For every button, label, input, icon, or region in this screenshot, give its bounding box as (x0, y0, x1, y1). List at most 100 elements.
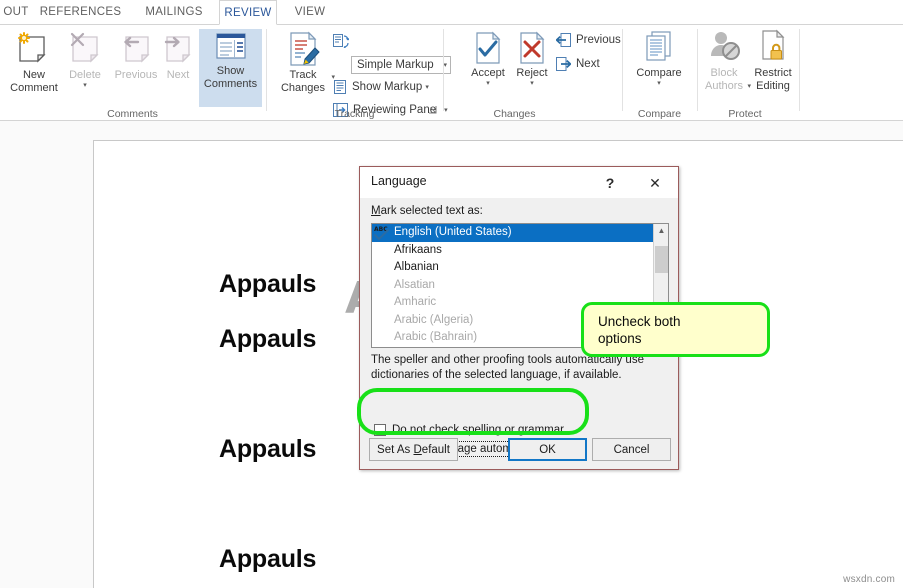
tab-review[interactable]: REVIEW (219, 0, 277, 25)
next-comment-label: Next (166, 69, 190, 81)
accept-label: Accept (471, 67, 505, 79)
next-comment-icon (158, 29, 198, 69)
document-text-line: Appauls (219, 435, 317, 463)
restrict-editing-label-line2: Editing (756, 79, 790, 92)
show-comments-button[interactable]: Show Comments (199, 29, 262, 107)
tab-view-label: VIEW (294, 6, 326, 18)
next-comment-button[interactable]: Next (157, 29, 199, 82)
accept-button[interactable]: Accept ▾ (466, 29, 510, 87)
callout-text: Uncheck both options (598, 313, 681, 347)
list-item-label: Albanian (394, 261, 439, 273)
show-comments-label-line2: Comments (203, 77, 258, 90)
show-markup-icon (333, 80, 347, 94)
scroll-up-arrow-icon[interactable]: ▲ (654, 224, 668, 239)
document-text-line: Appauls (219, 270, 317, 298)
btn0-pre: Set As (377, 443, 414, 456)
new-comment-button[interactable]: New Comment (6, 29, 62, 94)
close-icon[interactable]: ✕ (645, 173, 665, 193)
show-markup-chevron-down-icon[interactable]: ▾ (425, 84, 429, 91)
list-item-label: English (United States) (394, 226, 512, 238)
delete-comment-chevron-down-icon[interactable]: ▾ (63, 82, 107, 89)
accept-chevron-down-icon[interactable]: ▾ (466, 80, 510, 87)
reject-icon (513, 29, 551, 67)
group-label-changes: Changes (493, 108, 536, 120)
show-comments-label-line1: Show (216, 65, 245, 77)
markup-mode-dropdown[interactable]: Simple Markup ▾ (351, 56, 451, 74)
show-markup-button[interactable]: Show Markup ▾ (333, 80, 429, 94)
dialog-title-bar[interactable]: Language ? ✕ (360, 167, 678, 198)
tab-mailings[interactable]: MAILINGS (134, 0, 214, 24)
do-not-check-spelling-checkbox-row[interactable]: Do not check spelling or grammar (374, 424, 564, 436)
site-watermark: wsxdn.com (843, 574, 895, 585)
do-not-check-spelling-checkbox[interactable] (374, 424, 386, 436)
next-change-label: Next (576, 58, 600, 70)
restrict-editing-label-line1: Restrict (754, 67, 792, 79)
scrollbar-thumb[interactable] (655, 246, 668, 273)
list-item-label: Alsatian (394, 278, 435, 291)
previous-comment-button[interactable]: Previous (108, 29, 164, 82)
document-text-line: Appauls (219, 545, 317, 573)
track-changes-label-line1: Track (289, 69, 317, 81)
do-not-check-spelling-label: Do not check spelling or grammar (392, 424, 564, 436)
delete-comment-icon (65, 29, 105, 69)
compare-icon (639, 29, 679, 67)
block-authors-icon (704, 29, 744, 67)
track-changes-icon (283, 29, 323, 69)
markup-mode-chevron-down-icon[interactable]: ▾ (443, 62, 447, 69)
tab-mailings-label: MAILINGS (145, 6, 203, 18)
previous-change-icon (555, 33, 571, 47)
show-comments-icon (213, 31, 249, 65)
markup-mode-icon-row (333, 33, 350, 50)
list-item-label: Arabic (Bahrain) (394, 331, 478, 343)
new-comment-label-line1: New (22, 69, 45, 81)
track-changes-label-line2: Changes (280, 81, 326, 94)
tab-references[interactable]: REFERENCES (28, 0, 133, 24)
compare-button[interactable]: Compare ▾ (633, 29, 685, 87)
delete-comment-button[interactable]: Delete ▾ (63, 29, 107, 89)
callout-line1: Uncheck both (598, 314, 681, 329)
block-authors-label-line2: Authors (705, 79, 743, 92)
mark-label-accel: M (371, 205, 381, 217)
show-markup-label: Show Markup (352, 81, 423, 93)
ok-button[interactable]: OK (508, 438, 587, 461)
previous-change-label: Previous (576, 34, 621, 46)
previous-comment-icon (116, 29, 156, 69)
group-divider-changes (622, 29, 623, 111)
tab-layout-label: OUT (3, 6, 29, 18)
group-label-tracking: Tracking (334, 108, 375, 120)
tab-view[interactable]: VIEW (284, 0, 336, 24)
restrict-editing-icon (753, 29, 793, 67)
list-item-albanian[interactable]: Albanian (372, 259, 668, 277)
reject-chevron-down-icon[interactable]: ▾ (511, 80, 553, 87)
next-change-icon (556, 57, 572, 71)
set-as-default-label: Set As Default (377, 444, 450, 456)
delete-comment-label: Delete (69, 69, 101, 81)
btn0-accel: D (413, 443, 422, 456)
reject-button[interactable]: Reject ▾ (511, 29, 553, 87)
accept-icon (469, 29, 507, 67)
previous-change-button[interactable]: Previous (555, 33, 621, 47)
group-divider-tracking (443, 29, 444, 111)
track-changes-button[interactable]: Track Changes ▾ (277, 29, 335, 94)
reject-label: Reject (516, 67, 548, 79)
help-button[interactable]: ? (600, 173, 620, 193)
group-label-compare: Compare (637, 108, 682, 120)
new-comment-icon (14, 29, 54, 69)
list-item-alsatian[interactable]: Alsatian (372, 277, 668, 295)
compare-chevron-down-icon[interactable]: ▾ (633, 80, 685, 87)
list-item-english-united-states[interactable]: ABC English (United States) (372, 224, 668, 242)
speller-description-text: The speller and other proofing tools aut… (371, 354, 644, 381)
block-authors-button[interactable]: Block Authors ▾ (700, 29, 751, 92)
instruction-callout: Uncheck both options (581, 302, 770, 357)
group-divider-compare (697, 29, 698, 111)
reviewing-pane-chevron-down-icon[interactable]: ▾ (444, 107, 448, 114)
restrict-editing-button[interactable]: Restrict Editing (749, 29, 797, 92)
list-item-afrikaans[interactable]: Afrikaans (372, 242, 668, 260)
set-as-default-button[interactable]: Set As Default (369, 438, 458, 461)
markup-mode-value: Simple Markup (357, 59, 434, 71)
cancel-button[interactable]: Cancel (592, 438, 671, 461)
word-application-window: OUT REFERENCES MAILINGS REVIEW VIEW New (0, 0, 903, 588)
callout-line2: options (598, 331, 642, 346)
cb0-post: ot check spelling or grammar (416, 424, 564, 436)
next-change-button[interactable]: Next (556, 57, 600, 71)
